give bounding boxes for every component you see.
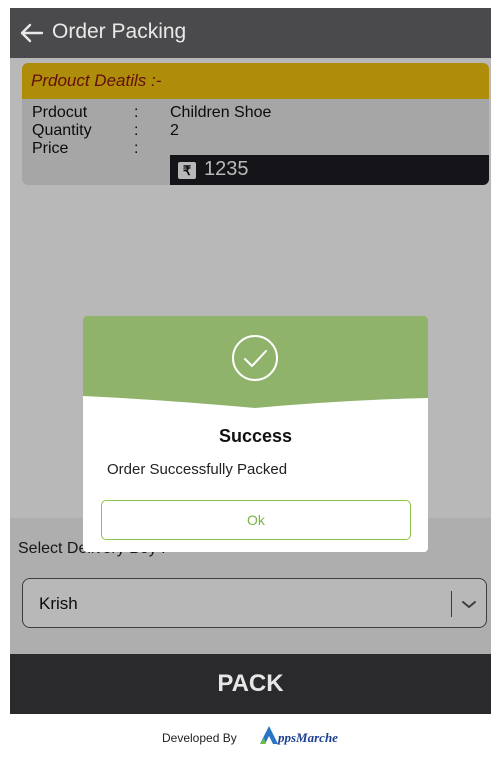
appsmarche-logo: ppsMarche [258,724,338,750]
back-arrow-icon[interactable] [18,21,44,45]
page-title: Order Packing [52,20,187,43]
dialog-title: Success [218,426,293,446]
footer: Developed By ppsMarche [10,714,491,758]
pack-button[interactable]: PACK [10,654,491,714]
app-screen: Order Packing Prdouct Deatils :- Prdocut… [10,8,491,758]
appsmarche-logo-icon [260,726,278,744]
check-circle-icon [232,335,278,381]
brand-name: ppsMarche [278,730,338,745]
ok-button[interactable]: Ok [101,500,411,540]
main-content: Prdouct Deatils :- Prdocut : Children Sh… [10,58,491,704]
app-header: Order Packing [10,8,491,58]
success-dialog: Success Order Successfully Packed Ok [83,316,428,552]
developed-by-text: Developed By [162,731,237,745]
dialog-message: Order Successfully Packed [107,461,288,478]
